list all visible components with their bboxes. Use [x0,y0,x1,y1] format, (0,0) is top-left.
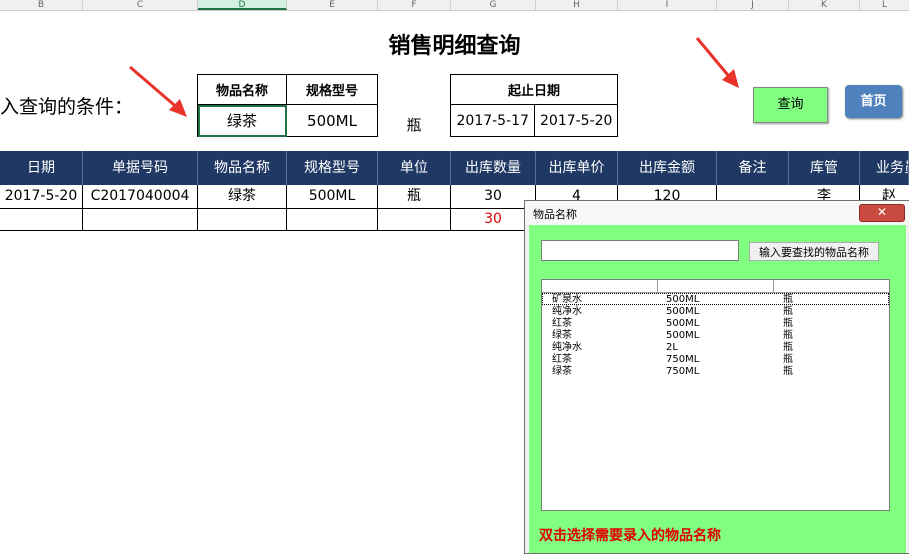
column-title-spec: 规格型号 [287,151,378,185]
search-input[interactable] [541,240,739,261]
column-title-amount: 出库金额 [618,151,717,185]
list-item-unit: 瓶 [783,354,793,365]
total-cell-empty[interactable] [0,209,83,230]
hint-text: 双击选择需要录入的物品名称 [539,528,721,544]
unit-cell[interactable]: 瓶 [378,114,450,135]
table-header-row: 日期 单据号码 物品名称 规格型号 单位 出库数量 出库单价 出库金额 备注 库… [0,151,909,185]
column-header-e[interactable]: E [287,0,378,10]
list-item-unit: 瓶 [783,318,793,329]
total-cell-empty[interactable] [378,209,451,230]
list-item-spec: 750ML [666,366,700,377]
column-header-h[interactable]: H [536,0,618,10]
start-date-input[interactable]: 2017-5-17 [449,104,536,137]
arrow-icon [129,65,187,117]
list-item-unit: 瓶 [783,306,793,317]
column-title-doc-no: 单据号码 [83,151,198,185]
column-title-note: 备注 [717,151,789,185]
list-item[interactable]: 绿茶 500ML 瓶 [542,330,889,342]
list-item-spec: 500ML [666,294,700,305]
criteria-date-table: 起止日期 2017-5-17 2017-5-20 [449,74,618,137]
search-button[interactable]: 输入要查找的物品名称 [749,242,879,261]
product-name-header: 物品名称 [197,74,287,105]
home-button[interactable]: 首页 [845,85,902,118]
listbox-header-divider [657,280,658,292]
column-header-d[interactable]: D [198,0,287,10]
product-name-input[interactable]: 绿茶 [197,104,287,137]
arrow-icon [695,37,739,88]
list-item[interactable]: 红茶 750ML 瓶 [542,354,889,366]
list-item-name: 红茶 [552,354,572,365]
column-header-g[interactable]: G [451,0,536,10]
column-title-qty: 出库数量 [451,151,536,185]
list-item[interactable]: 绿茶 750ML 瓶 [542,366,889,378]
column-header-i[interactable]: I [618,0,717,10]
list-item-name: 纯净水 [552,306,582,317]
column-title-salesperson: 业务员 [860,151,909,185]
list-item-name: 绿茶 [552,330,572,341]
column-header-b[interactable]: B [0,0,83,10]
list-item-spec: 2L [666,342,678,353]
list-item-name: 纯净水 [552,342,582,353]
cell-unit[interactable]: 瓶 [378,185,451,208]
spec-header: 规格型号 [286,74,378,105]
criteria-product-table: 物品名称 规格型号 绿茶 500ML [197,74,378,137]
product-listbox[interactable]: 矿泉水 500ML 瓶纯净水 500ML 瓶红茶 500ML 瓶绿茶 500ML 瓶纯净水 2L 瓶… [541,279,890,511]
list-item-name: 红茶 [552,318,572,329]
column-header-j[interactable]: J [717,0,789,10]
column-title-keeper: 库管 [789,151,860,185]
list-item-name: 矿泉水 [552,294,582,305]
list-item[interactable]: 矿泉水 500ML 瓶 [542,294,889,306]
list-item-unit: 瓶 [783,342,793,353]
list-item-unit: 瓶 [783,330,793,341]
column-title-date: 日期 [0,151,83,185]
dialog-titlebar[interactable]: 物品名称 ✕ [525,201,909,225]
column-header-bar: B C D E F G H I J K L [0,0,909,11]
total-cell-empty[interactable] [83,209,198,230]
list-item-spec: 500ML [666,330,700,341]
list-item-spec: 500ML [666,306,700,317]
list-item[interactable]: 纯净水 500ML 瓶 [542,306,889,318]
list-item-unit: 瓶 [783,366,793,377]
column-header-l[interactable]: L [860,0,909,10]
column-title-product: 物品名称 [198,151,287,185]
condition-label: 入查询的条件： [0,96,134,118]
total-cell-empty[interactable] [287,209,378,230]
dialog-body: 输入要查找的物品名称 矿泉水 500ML 瓶纯净水 500ML 瓶红茶 500ML 瓶绿茶 5… [529,225,906,553]
list-item[interactable]: 纯净水 2L 瓶 [542,342,889,354]
list-item-unit: 瓶 [783,294,793,305]
product-picker-dialog: 物品名称 ✕ 输入要查找的物品名称 矿泉水 500ML 瓶纯净水 500ML 瓶红茶 50… [524,200,909,554]
column-title-price: 出库单价 [536,151,618,185]
page-title: 销售明细查询 [388,34,521,59]
end-date-input[interactable]: 2017-5-20 [534,104,618,137]
list-item-spec: 500ML [666,318,700,329]
spec-input[interactable]: 500ML [286,104,378,137]
cell-spec[interactable]: 500ML [287,185,378,208]
list-item-spec: 750ML [666,354,700,365]
column-header-f[interactable]: F [378,0,451,10]
listbox-header [542,280,889,293]
close-icon[interactable]: ✕ [859,204,905,222]
column-header-k[interactable]: K [789,0,860,10]
dialog-title: 物品名称 [533,208,577,221]
cell-date[interactable]: 2017-5-20 [0,185,83,208]
cell-product[interactable]: 绿茶 [198,185,287,208]
total-cell-empty[interactable] [198,209,287,230]
column-title-unit: 单位 [378,151,451,185]
query-button[interactable]: 查询 [753,87,828,123]
date-range-header: 起止日期 [450,74,618,105]
cell-doc-no[interactable]: C2017040004 [83,185,198,208]
list-item[interactable]: 红茶 500ML 瓶 [542,318,889,330]
column-header-c[interactable]: C [83,0,198,10]
listbox-header-divider [773,280,774,292]
list-item-name: 绿茶 [552,366,572,377]
